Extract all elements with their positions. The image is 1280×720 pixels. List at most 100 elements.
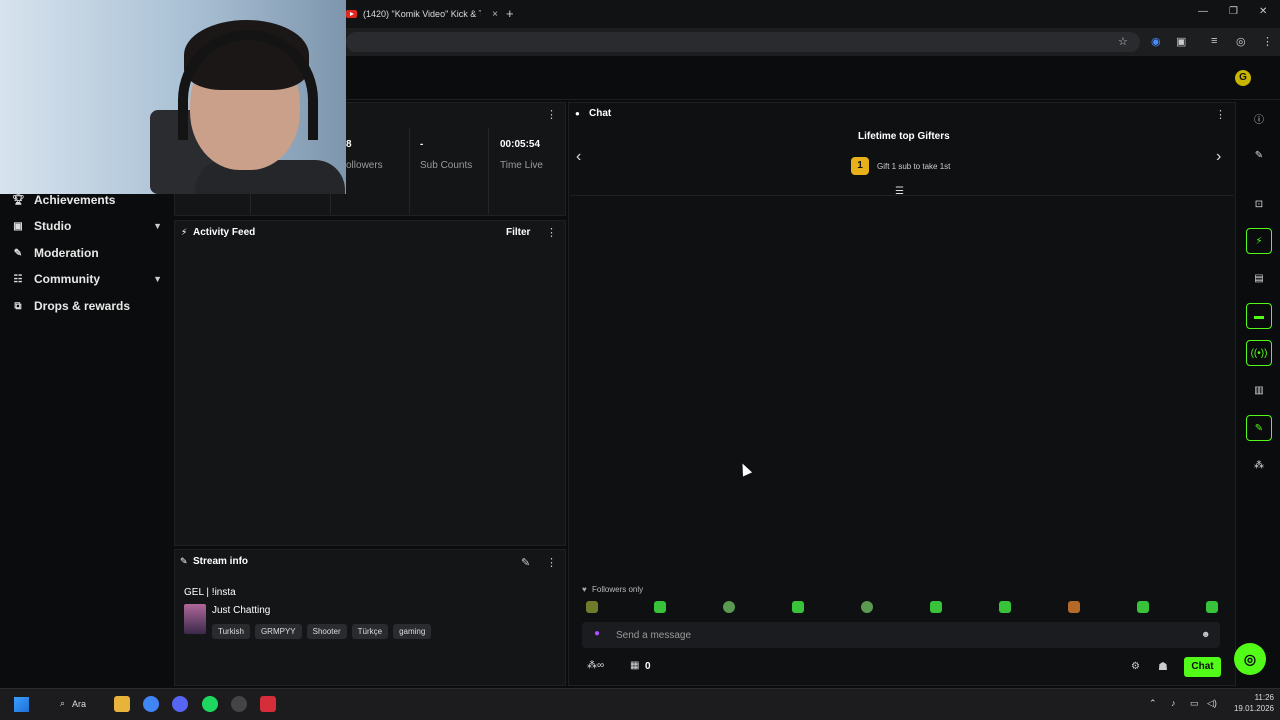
tab-close-icon[interactable]: ×	[492, 9, 498, 20]
emote[interactable]	[1137, 601, 1149, 613]
minimize-button[interactable]: —	[1198, 6, 1208, 17]
tag[interactable]: gaming	[393, 624, 432, 639]
emote[interactable]	[792, 601, 804, 613]
discord-icon[interactable]	[172, 696, 188, 712]
volume-icon[interactable]: ◁)	[1207, 698, 1217, 709]
heart-icon: ♥	[582, 585, 587, 594]
emote[interactable]	[586, 601, 598, 613]
extension-wave-icon[interactable]: ◉	[1151, 35, 1161, 48]
divider	[488, 128, 489, 214]
chat-send-button[interactable]: Chat	[1184, 657, 1221, 677]
tray-chevron-icon[interactable]: ⌃	[1149, 698, 1157, 709]
emote[interactable]	[1206, 601, 1218, 613]
stats-menu-icon[interactable]: ⋮	[546, 108, 557, 121]
taskbar	[0, 688, 1280, 720]
emote[interactable]	[999, 601, 1011, 613]
broadcast-icon[interactable]: ((•))	[1246, 340, 1272, 366]
activity-menu-icon[interactable]: ⋮	[546, 226, 557, 239]
user-avatar[interactable]: G	[1235, 70, 1251, 86]
url-input[interactable]	[346, 32, 1140, 52]
lightning-icon[interactable]: ⚡︎	[1246, 228, 1272, 254]
store-icon[interactable]: ▦	[630, 660, 639, 671]
browser-menu-icon[interactable]: ⋮	[1262, 35, 1273, 48]
app-icon[interactable]	[260, 696, 276, 712]
emote[interactable]	[654, 601, 666, 613]
emote[interactable]	[723, 601, 735, 613]
collapse-icon[interactable]: ☰	[895, 186, 904, 197]
edit-pencil-icon[interactable]: ✎	[521, 556, 530, 569]
support-chat-button[interactable]: ◎	[1234, 643, 1266, 675]
clock-date: 19.01.2026	[1233, 704, 1274, 713]
wrench-icon: ✎	[180, 556, 188, 566]
restore-button[interactable]: ❐	[1229, 6, 1238, 17]
youtube-icon	[346, 10, 357, 18]
drops-icon: ⧉	[14, 300, 22, 312]
taskbar-search-label[interactable]: Ara	[72, 699, 86, 709]
previous-arrow-icon[interactable]: ‹	[576, 148, 581, 166]
next-arrow-icon[interactable]: ›	[1216, 148, 1221, 166]
chevron-down-icon: ▼	[153, 274, 162, 284]
tag[interactable]: Türkçe	[351, 624, 389, 639]
emote[interactable]	[1068, 601, 1080, 613]
spotify-icon[interactable]	[202, 696, 218, 712]
emote[interactable]	[930, 601, 942, 613]
file-explorer-icon[interactable]	[114, 696, 130, 712]
category-name[interactable]: Just Chatting	[212, 605, 270, 616]
info-icon[interactable]: ⓘ	[1246, 105, 1272, 131]
gifter-text: Gift 1 sub to take 1st	[877, 162, 951, 171]
chat-icon[interactable]: ▬	[1246, 303, 1272, 329]
chat-bubble-icon: ●	[575, 109, 580, 118]
points-icon[interactable]: ⁂∞	[587, 660, 604, 671]
browser-tab[interactable]: (1420) "Komik Video" Kick & Tv ×	[346, 4, 498, 24]
pencil-icon[interactable]: ✎	[1246, 142, 1272, 168]
chat-title: Chat	[589, 108, 612, 119]
windows-start-icon[interactable]	[14, 697, 29, 712]
tag[interactable]: Shooter	[306, 624, 347, 639]
followers-label: ollowers	[346, 160, 383, 171]
layout-icon[interactable]: ▥	[1246, 377, 1272, 403]
tag[interactable]: Turkish	[212, 624, 250, 639]
wrench-icon[interactable]: ✎	[1246, 415, 1272, 441]
close-window-button[interactable]: ✕	[1259, 6, 1267, 17]
sidebar-item-label: Drops & rewards	[34, 299, 131, 313]
time-live-label: Time Live	[500, 160, 543, 171]
lightning-icon: ⚡︎	[181, 227, 188, 237]
app-icon[interactable]	[231, 696, 247, 712]
webcam-overlay	[0, 0, 346, 194]
points-value: 0	[645, 661, 651, 672]
taskbar-clock[interactable]: 11:26 19.01.2026	[1222, 692, 1274, 714]
settings-gear-icon[interactable]: ⚙	[1131, 661, 1140, 672]
rank-badge: 1	[851, 157, 869, 175]
chrome-icon[interactable]	[143, 696, 159, 712]
microphone-icon[interactable]: ♪	[1171, 698, 1176, 708]
emote[interactable]	[861, 601, 873, 613]
profile-icon[interactable]: ◎	[1236, 35, 1246, 48]
media-icon[interactable]: ≡	[1211, 35, 1217, 47]
focus-icon[interactable]: ⊡	[1246, 191, 1272, 217]
studio-icon: ▣	[13, 220, 23, 232]
chat-users-icon[interactable]: ☗	[1158, 660, 1168, 673]
drops-icon[interactable]: ⁂	[1246, 452, 1272, 478]
category-thumbnail	[184, 604, 206, 634]
gifters-title: Lifetime top Gifters	[858, 131, 950, 142]
extensions-icon[interactable]: ▣	[1176, 35, 1186, 48]
search-icon[interactable]: ⌕	[60, 698, 65, 709]
tag[interactable]: GRMPYY	[254, 624, 302, 639]
bookmark-star-icon[interactable]: ☆	[1118, 35, 1128, 48]
stream-info-menu-icon[interactable]: ⋮	[546, 556, 557, 569]
chevron-down-icon: ▼	[153, 221, 162, 231]
filter-button[interactable]: Filter	[506, 227, 530, 238]
tab-title: (1420) "Komik Video" Kick & Tv	[363, 9, 481, 19]
sidebar-item-label: Studio	[34, 219, 72, 233]
microphone-icon[interactable]: ●	[594, 628, 600, 639]
sidebar-item-studio[interactable]: ▣ Studio ▼	[12, 216, 162, 236]
sidebar-item-drops[interactable]: ⧉ Drops & rewards	[12, 296, 162, 316]
notes-icon[interactable]: ▤	[1246, 265, 1272, 291]
sidebar-item-community[interactable]: ☷ Community ▼	[12, 269, 162, 289]
network-icon[interactable]: ▭	[1190, 698, 1199, 709]
chat-menu-icon[interactable]: ⋮	[1215, 108, 1226, 121]
stream-info-title: Stream info	[193, 556, 249, 567]
new-tab-button[interactable]: +	[506, 6, 514, 21]
sidebar-item-moderation[interactable]: ✎ Moderation	[12, 243, 162, 263]
emoji-icon[interactable]: ☻	[1201, 629, 1210, 639]
